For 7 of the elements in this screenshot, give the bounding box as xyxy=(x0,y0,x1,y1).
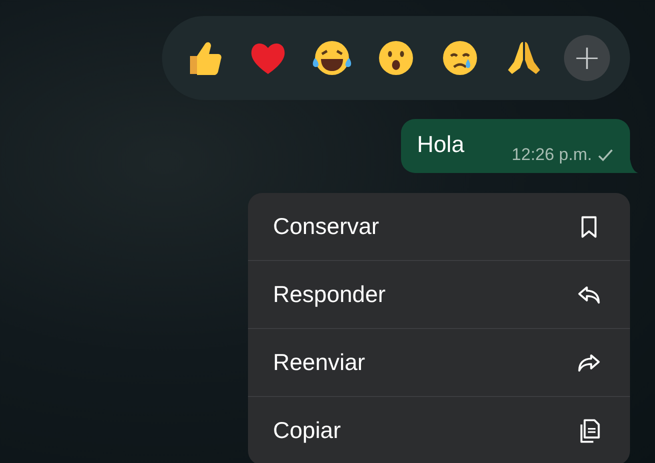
menu-item[interactable]: Reenviar xyxy=(248,329,630,397)
add-reaction-button[interactable]: + xyxy=(564,35,610,81)
menu-item[interactable]: Responder xyxy=(248,261,630,329)
menu-item[interactable]: Conservar xyxy=(248,193,630,261)
message-time: 12:26 p.m. xyxy=(512,145,592,165)
message-text: Hola xyxy=(417,131,464,158)
menu-item[interactable]: Copiar xyxy=(248,397,630,463)
